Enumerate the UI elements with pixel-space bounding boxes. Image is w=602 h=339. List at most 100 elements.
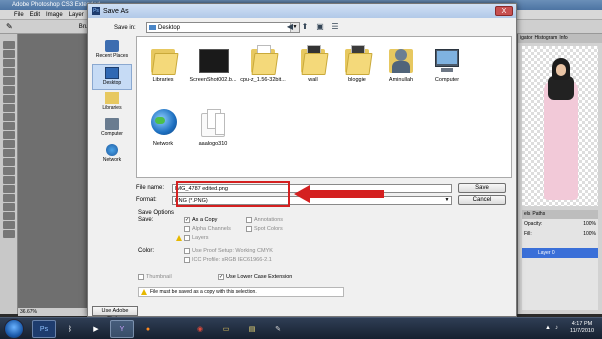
place-desktop[interactable]: Desktop <box>92 64 132 90</box>
notes-tool-icon[interactable] <box>3 203 15 211</box>
place-recent-places[interactable]: Recent Places <box>92 38 132 64</box>
place-label: Recent Places <box>95 53 129 59</box>
save-button[interactable]: Save <box>458 183 506 193</box>
as-a-copy-option[interactable]: ✓ As a Copy <box>184 217 217 223</box>
eraser-tool-icon[interactable] <box>3 131 15 139</box>
view-menu-icon[interactable]: ☰ <box>329 21 341 33</box>
lowercase-extension-checkbox[interactable]: ✓ <box>218 274 224 280</box>
place-network[interactable]: Network <box>92 142 132 168</box>
as-a-copy-checkbox[interactable]: ✓ <box>184 217 190 223</box>
layers-checkbox[interactable] <box>184 235 190 241</box>
notes-taskbar-icon[interactable]: ▤ <box>240 320 264 338</box>
history-brush-tool-icon[interactable] <box>3 122 15 130</box>
thumbnail-option[interactable]: Thumbnail <box>138 274 172 280</box>
tab-layers[interactable]: els <box>524 210 530 219</box>
file-item[interactable]: Network <box>139 105 187 147</box>
lasso-tool-icon[interactable] <box>3 59 15 67</box>
tab-navigator[interactable]: igator <box>520 34 533 43</box>
opacity-value[interactable]: 100% <box>583 221 596 227</box>
healing-tool-icon[interactable] <box>3 95 15 103</box>
start-button-icon[interactable] <box>4 319 24 339</box>
desktop-icon <box>105 67 119 79</box>
file-item[interactable]: bloggie <box>333 41 381 83</box>
explorer-taskbar-icon[interactable]: ▭ <box>214 320 238 338</box>
tab-paths[interactable]: Paths <box>532 210 545 219</box>
alpha-channels-option[interactable]: Alpha Channels <box>184 226 231 232</box>
slice-tool-icon[interactable] <box>3 86 15 94</box>
fill-value[interactable]: 100% <box>583 231 596 237</box>
tab-histogram[interactable]: Histogram <box>535 34 558 43</box>
place-libraries[interactable]: Libraries <box>92 90 132 116</box>
spot-colors-option[interactable]: Spot Colors <box>246 226 283 232</box>
navigator-preview-image <box>522 46 598 206</box>
layer-row[interactable]: Layer 0 <box>522 248 598 258</box>
lowercase-extension-option[interactable]: ✓ Use Lower Case Extension <box>218 274 292 280</box>
file-item[interactable]: Libraries <box>139 41 187 83</box>
tool-preset-icon[interactable]: ✎ <box>6 22 13 31</box>
tab-info[interactable]: Info <box>559 34 567 43</box>
menu-file[interactable]: File <box>14 12 24 18</box>
network-tray-icon[interactable]: ▲ <box>545 325 551 331</box>
recent-places-icon <box>105 40 119 52</box>
clock[interactable]: 4:17 PM 11/7/2010 <box>570 321 594 335</box>
move-tool-icon[interactable] <box>3 41 15 49</box>
bluetooth-taskbar-icon[interactable]: ᛒ <box>58 320 82 338</box>
photoshop-taskbar-icon[interactable]: Ps <box>32 320 56 338</box>
layers-option[interactable]: Layers <box>176 235 209 241</box>
annotations-option[interactable]: Annotations <box>246 217 283 223</box>
folder-icon <box>197 105 229 139</box>
file-label: Libraries <box>152 77 174 83</box>
stamp-tool-icon[interactable] <box>3 113 15 121</box>
thumbnail-checkbox[interactable] <box>138 274 144 280</box>
firefox-taskbar-icon[interactable]: ● <box>136 320 160 338</box>
place-computer[interactable]: Computer <box>92 116 132 142</box>
pen-tool-icon[interactable] <box>3 167 15 175</box>
gradient-tool-icon[interactable] <box>3 140 15 148</box>
chrome-taskbar-icon[interactable]: ◉ <box>188 320 212 338</box>
up-folder-icon[interactable]: ⬆ <box>299 21 311 33</box>
alpha-channels-checkbox[interactable] <box>184 226 190 232</box>
blur-tool-icon[interactable] <box>3 149 15 157</box>
hand-tool-icon[interactable] <box>3 221 15 229</box>
save-in-select[interactable]: Desktop ▼ <box>146 22 300 33</box>
photoshop-app-icon: Ps <box>92 7 100 15</box>
path-selection-tool-icon[interactable] <box>3 185 15 193</box>
close-button[interactable]: X <box>495 6 513 16</box>
icc-profile-option[interactable]: ICC Profile: sRGB IEC61966-2.1 <box>184 257 272 263</box>
use-proof-setup-option[interactable]: Use Proof Setup: Working CMYK <box>184 248 273 254</box>
menu-layer[interactable]: Layer <box>69 12 84 18</box>
spot-colors-checkbox[interactable] <box>246 226 252 232</box>
file-item[interactable]: aaalogo310 <box>189 105 237 147</box>
menu-edit[interactable]: Edit <box>30 12 40 18</box>
file-item[interactable]: Computer <box>423 41 471 83</box>
file-item[interactable]: Aminullah <box>377 41 425 83</box>
marquee-tool-icon[interactable] <box>3 50 15 58</box>
brush-tool-icon[interactable] <box>3 104 15 112</box>
place-label: Desktop <box>102 80 122 86</box>
media-taskbar-icon[interactable]: ▶ <box>84 320 108 338</box>
yahoo-taskbar-icon[interactable]: Y <box>110 320 134 338</box>
file-item[interactable]: wall <box>289 41 337 83</box>
shape-tool-icon[interactable] <box>3 194 15 202</box>
menu-image[interactable]: Image <box>46 12 63 18</box>
file-item[interactable]: ScreenShot002.b... <box>189 41 237 83</box>
use-adobe-dialog-button[interactable]: Use Adobe Dialog <box>92 306 138 322</box>
layers-panel-tabs: els Paths <box>522 210 598 219</box>
user-folder-icon <box>385 41 417 75</box>
icc-profile-checkbox[interactable] <box>184 257 190 263</box>
dodge-tool-icon[interactable] <box>3 158 15 166</box>
back-icon[interactable]: ◀ <box>284 21 296 33</box>
new-folder-icon[interactable]: ▣ <box>314 21 326 33</box>
cancel-button[interactable]: Cancel <box>458 195 506 205</box>
volume-tray-icon[interactable]: ♪ <box>555 325 558 331</box>
magic-wand-tool-icon[interactable] <box>3 68 15 76</box>
type-tool-icon[interactable] <box>3 176 15 184</box>
annotations-checkbox[interactable] <box>246 217 252 223</box>
crop-tool-icon[interactable] <box>3 77 15 85</box>
tools-taskbar-icon[interactable]: ✎ <box>266 320 290 338</box>
use-proof-setup-checkbox[interactable] <box>184 248 190 254</box>
eyedropper-tool-icon[interactable] <box>3 212 15 220</box>
zoom-tool-icon[interactable] <box>3 230 15 238</box>
file-item[interactable]: cpu-z_1.56-32bit... <box>239 41 287 83</box>
file-label: Network <box>152 141 174 147</box>
